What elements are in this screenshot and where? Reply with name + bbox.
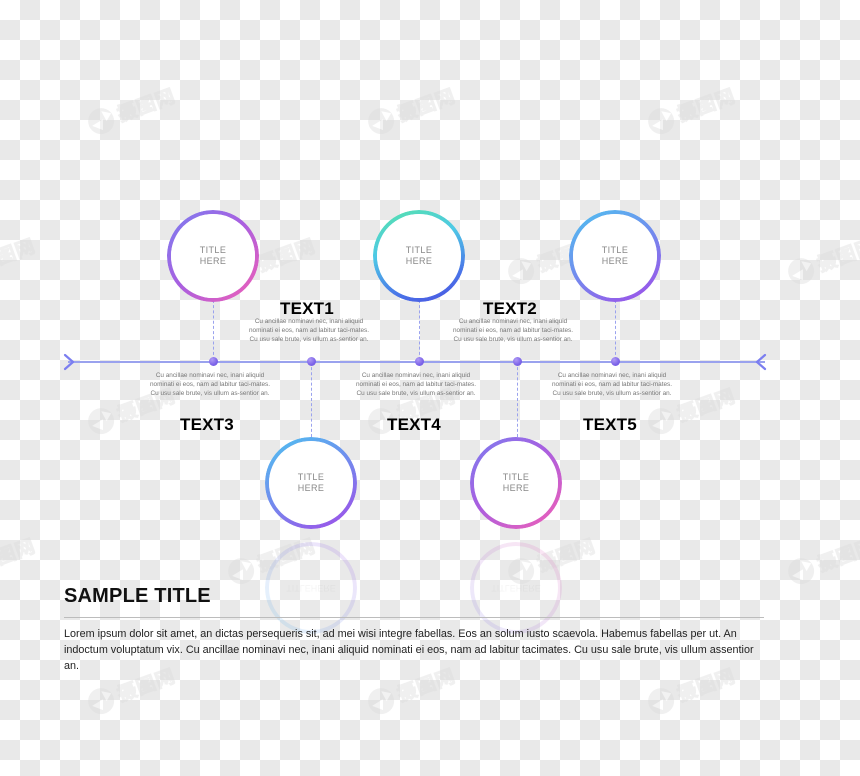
circle-title-line2: HERE <box>601 256 629 266</box>
node-body-node-1: Cu ancillae nominavi nec, inani aliquid … <box>248 318 370 344</box>
timeline-dot-node-3[interactable] <box>611 357 620 366</box>
circle-reflection-node-5: TITLE HERE <box>470 542 562 634</box>
node-heading-node-4: TEXT4 <box>387 415 441 434</box>
node-circle-node-3[interactable]: TITLE HERE <box>569 210 661 302</box>
connector-node-5 <box>517 362 518 437</box>
connector-node-3 <box>615 300 616 360</box>
node-body-node-2: Cu ancillae nominavi nec, inani aliquid … <box>452 318 574 344</box>
node-circle-node-4[interactable]: TITLE HERE <box>265 437 357 529</box>
node-body-node-4: Cu ancillae nominavi nec, inani aliquid … <box>355 372 477 398</box>
node-heading-node-1: TEXT1 <box>280 299 334 318</box>
divider <box>64 617 764 618</box>
node-circle-node-5[interactable]: TITLE HERE <box>470 437 562 529</box>
circle-title-line1: TITLE <box>502 472 530 482</box>
circle-title-line2: HERE <box>405 256 433 266</box>
node-body-node-3: Cu ancillae nominavi nec, inani aliquid … <box>149 372 271 398</box>
node-heading-node-2: TEXT2 <box>483 299 537 318</box>
connector-node-4 <box>311 362 312 437</box>
reflection-label: TITLE <box>286 583 311 594</box>
node-circle-node-1[interactable]: TITLE HERE <box>167 210 259 302</box>
node-body-node-5: Cu ancillae nominavi nec, inani aliquid … <box>551 372 673 398</box>
page-title: SAMPLE TITLE <box>64 585 211 607</box>
timeline-dot-node-2[interactable] <box>415 357 424 366</box>
connector-node-1 <box>213 300 214 360</box>
node-heading-node-5: TEXT5 <box>583 415 637 434</box>
node-circle-node-2[interactable]: TITLE HERE <box>373 210 465 302</box>
chevron-left-icon <box>755 353 767 371</box>
reflection-label: HERE <box>515 583 541 594</box>
circle-title-line2: HERE <box>297 483 325 493</box>
circle-title-line2: HERE <box>502 483 530 493</box>
timeline-infographic: TITLE HERE TITLE HERE TITLE HERE TITLE HERE … <box>0 0 860 776</box>
circle-title-line2: HERE <box>199 256 227 266</box>
timeline-dot-node-4[interactable] <box>307 357 316 366</box>
reflection-label: TITLE <box>491 583 516 594</box>
circle-title-line1: TITLE <box>199 245 227 255</box>
footer-body-text: Lorem ipsum dolor sit amet, an dictas pe… <box>64 628 754 672</box>
chevron-right-icon <box>63 353 75 371</box>
reflection-label: HERE <box>310 583 336 594</box>
timeline-dot-node-1[interactable] <box>209 357 218 366</box>
circle-title-line1: TITLE <box>601 245 629 255</box>
circle-title-line1: TITLE <box>297 472 325 482</box>
timeline-dot-node-5[interactable] <box>513 357 522 366</box>
circle-reflection-node-4: TITLE HERE <box>265 542 357 634</box>
circle-title-line1: TITLE <box>405 245 433 255</box>
connector-node-2 <box>419 300 420 360</box>
node-heading-node-3: TEXT3 <box>180 415 234 434</box>
